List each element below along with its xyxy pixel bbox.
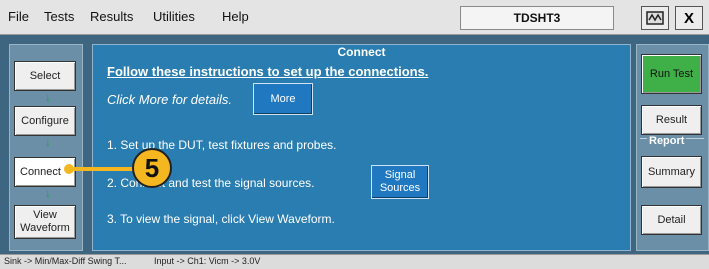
minimize-button[interactable] (641, 6, 669, 30)
menu-bar: File Tests Results Utilities Help TDSHT3… (0, 0, 709, 35)
run-test-button[interactable]: Run Test (641, 54, 702, 94)
menu-file[interactable]: File (8, 9, 29, 24)
down-arrow-icon: ↓ (45, 186, 51, 200)
step-3-text: 3. To view the signal, click View Wavefo… (107, 212, 335, 226)
panel-title: Connect (337, 45, 386, 59)
oscilloscope-minimize-icon (646, 11, 664, 25)
menu-utilities[interactable]: Utilities (153, 9, 195, 24)
result-button[interactable]: Result (641, 105, 702, 135)
status-test: Sink -> Min/Max-Diff Swing T... (4, 256, 127, 266)
app-name-box: TDSHT3 (460, 6, 614, 30)
summary-button[interactable]: Summary (641, 156, 702, 188)
detail-button[interactable]: Detail (641, 205, 702, 235)
menu-help[interactable]: Help (222, 9, 249, 24)
step-callout: 5 (132, 148, 172, 188)
select-step-button[interactable]: Select (14, 61, 76, 91)
view-waveform-step-button[interactable]: View Waveform (14, 205, 76, 239)
status-bar: Sink -> Min/Max-Diff Swing T... Input ->… (0, 254, 709, 269)
down-arrow-icon: ↓ (45, 135, 51, 149)
close-button[interactable]: X (675, 6, 703, 30)
instructions-heading: Follow these instructions to set up the … (107, 64, 429, 79)
signal-sources-button[interactable]: Signal Sources (371, 165, 429, 199)
connect-panel: Connect Follow these instructions to set… (92, 44, 631, 251)
menu-results[interactable]: Results (90, 9, 133, 24)
status-input: Input -> Ch1: Vicm -> 3.0V (154, 256, 261, 266)
menu-tests[interactable]: Tests (44, 9, 74, 24)
more-hint: Click More for details. (107, 92, 232, 107)
step-panel: Select ↓ Configure ↓ Connect ↓ View Wave… (9, 44, 83, 251)
action-panel: Run Test Result Report Summary Detail (636, 44, 709, 251)
more-button[interactable]: More (253, 83, 313, 115)
configure-step-button[interactable]: Configure (14, 106, 76, 136)
down-arrow-icon: ↓ (45, 90, 51, 104)
report-label: Report (647, 135, 687, 147)
